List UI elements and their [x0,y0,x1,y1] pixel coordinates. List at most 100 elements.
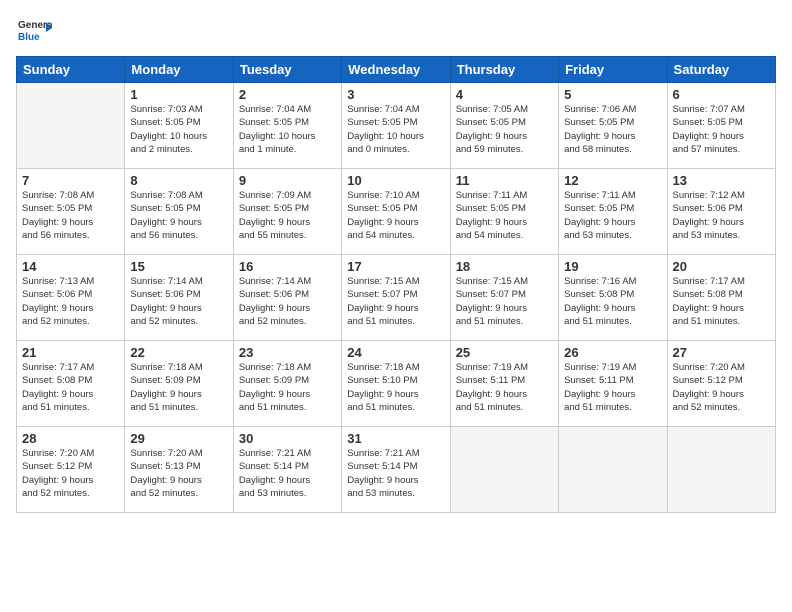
day-info: Sunrise: 7:05 AM Sunset: 5:05 PM Dayligh… [456,103,553,156]
calendar-cell: 18Sunrise: 7:15 AM Sunset: 5:07 PM Dayli… [450,255,558,341]
day-info: Sunrise: 7:15 AM Sunset: 5:07 PM Dayligh… [347,275,444,328]
day-info: Sunrise: 7:10 AM Sunset: 5:05 PM Dayligh… [347,189,444,242]
calendar-header-tuesday: Tuesday [233,57,341,83]
day-number: 16 [239,259,336,274]
day-number: 30 [239,431,336,446]
calendar-cell: 27Sunrise: 7:20 AM Sunset: 5:12 PM Dayli… [667,341,775,427]
calendar-cell: 8Sunrise: 7:08 AM Sunset: 5:05 PM Daylig… [125,169,233,255]
calendar-cell: 19Sunrise: 7:16 AM Sunset: 5:08 PM Dayli… [559,255,667,341]
day-number: 2 [239,87,336,102]
day-info: Sunrise: 7:16 AM Sunset: 5:08 PM Dayligh… [564,275,661,328]
day-number: 23 [239,345,336,360]
day-number: 25 [456,345,553,360]
day-number: 12 [564,173,661,188]
calendar-cell: 26Sunrise: 7:19 AM Sunset: 5:11 PM Dayli… [559,341,667,427]
day-info: Sunrise: 7:08 AM Sunset: 5:05 PM Dayligh… [130,189,227,242]
calendar-header-friday: Friday [559,57,667,83]
calendar-header-monday: Monday [125,57,233,83]
calendar-header-sunday: Sunday [17,57,125,83]
header: General Blue [16,10,776,50]
calendar-cell [559,427,667,513]
day-info: Sunrise: 7:17 AM Sunset: 5:08 PM Dayligh… [22,361,119,414]
day-info: Sunrise: 7:14 AM Sunset: 5:06 PM Dayligh… [239,275,336,328]
day-info: Sunrise: 7:11 AM Sunset: 5:05 PM Dayligh… [564,189,661,242]
calendar-cell: 9Sunrise: 7:09 AM Sunset: 5:05 PM Daylig… [233,169,341,255]
day-number: 20 [673,259,770,274]
calendar-header-wednesday: Wednesday [342,57,450,83]
day-number: 24 [347,345,444,360]
day-info: Sunrise: 7:21 AM Sunset: 5:14 PM Dayligh… [239,447,336,500]
calendar-cell: 30Sunrise: 7:21 AM Sunset: 5:14 PM Dayli… [233,427,341,513]
day-info: Sunrise: 7:04 AM Sunset: 5:05 PM Dayligh… [347,103,444,156]
day-info: Sunrise: 7:04 AM Sunset: 5:05 PM Dayligh… [239,103,336,156]
day-number: 4 [456,87,553,102]
calendar-cell: 15Sunrise: 7:14 AM Sunset: 5:06 PM Dayli… [125,255,233,341]
calendar-cell: 12Sunrise: 7:11 AM Sunset: 5:05 PM Dayli… [559,169,667,255]
day-info: Sunrise: 7:08 AM Sunset: 5:05 PM Dayligh… [22,189,119,242]
day-number: 8 [130,173,227,188]
day-info: Sunrise: 7:18 AM Sunset: 5:09 PM Dayligh… [239,361,336,414]
day-info: Sunrise: 7:20 AM Sunset: 5:13 PM Dayligh… [130,447,227,500]
calendar-cell: 5Sunrise: 7:06 AM Sunset: 5:05 PM Daylig… [559,83,667,169]
day-info: Sunrise: 7:09 AM Sunset: 5:05 PM Dayligh… [239,189,336,242]
calendar-cell [17,83,125,169]
day-info: Sunrise: 7:11 AM Sunset: 5:05 PM Dayligh… [456,189,553,242]
day-number: 3 [347,87,444,102]
day-number: 1 [130,87,227,102]
calendar-cell: 4Sunrise: 7:05 AM Sunset: 5:05 PM Daylig… [450,83,558,169]
day-number: 18 [456,259,553,274]
day-info: Sunrise: 7:03 AM Sunset: 5:05 PM Dayligh… [130,103,227,156]
calendar-cell: 6Sunrise: 7:07 AM Sunset: 5:05 PM Daylig… [667,83,775,169]
day-info: Sunrise: 7:06 AM Sunset: 5:05 PM Dayligh… [564,103,661,156]
calendar-cell: 25Sunrise: 7:19 AM Sunset: 5:11 PM Dayli… [450,341,558,427]
day-info: Sunrise: 7:18 AM Sunset: 5:10 PM Dayligh… [347,361,444,414]
day-info: Sunrise: 7:19 AM Sunset: 5:11 PM Dayligh… [564,361,661,414]
day-number: 31 [347,431,444,446]
day-info: Sunrise: 7:07 AM Sunset: 5:05 PM Dayligh… [673,103,770,156]
calendar-week-row: 21Sunrise: 7:17 AM Sunset: 5:08 PM Dayli… [17,341,776,427]
calendar-week-row: 7Sunrise: 7:08 AM Sunset: 5:05 PM Daylig… [17,169,776,255]
calendar-cell: 2Sunrise: 7:04 AM Sunset: 5:05 PM Daylig… [233,83,341,169]
calendar-header-row: SundayMondayTuesdayWednesdayThursdayFrid… [17,57,776,83]
day-number: 26 [564,345,661,360]
logo-svg: General Blue [16,14,52,50]
calendar-cell: 22Sunrise: 7:18 AM Sunset: 5:09 PM Dayli… [125,341,233,427]
day-number: 28 [22,431,119,446]
day-info: Sunrise: 7:12 AM Sunset: 5:06 PM Dayligh… [673,189,770,242]
day-info: Sunrise: 7:14 AM Sunset: 5:06 PM Dayligh… [130,275,227,328]
calendar-cell: 24Sunrise: 7:18 AM Sunset: 5:10 PM Dayli… [342,341,450,427]
day-number: 7 [22,173,119,188]
calendar-cell [667,427,775,513]
page-container: General Blue SundayMondayTuesdayWednesda… [0,0,792,521]
day-number: 27 [673,345,770,360]
day-info: Sunrise: 7:18 AM Sunset: 5:09 PM Dayligh… [130,361,227,414]
day-number: 21 [22,345,119,360]
calendar-cell: 23Sunrise: 7:18 AM Sunset: 5:09 PM Dayli… [233,341,341,427]
calendar-cell: 20Sunrise: 7:17 AM Sunset: 5:08 PM Dayli… [667,255,775,341]
day-info: Sunrise: 7:17 AM Sunset: 5:08 PM Dayligh… [673,275,770,328]
calendar-cell: 14Sunrise: 7:13 AM Sunset: 5:06 PM Dayli… [17,255,125,341]
day-info: Sunrise: 7:20 AM Sunset: 5:12 PM Dayligh… [673,361,770,414]
calendar-cell: 10Sunrise: 7:10 AM Sunset: 5:05 PM Dayli… [342,169,450,255]
calendar-week-row: 28Sunrise: 7:20 AM Sunset: 5:12 PM Dayli… [17,427,776,513]
calendar-cell: 7Sunrise: 7:08 AM Sunset: 5:05 PM Daylig… [17,169,125,255]
day-number: 10 [347,173,444,188]
day-number: 11 [456,173,553,188]
calendar-cell [450,427,558,513]
calendar-cell: 16Sunrise: 7:14 AM Sunset: 5:06 PM Dayli… [233,255,341,341]
calendar-header-thursday: Thursday [450,57,558,83]
day-number: 22 [130,345,227,360]
day-number: 6 [673,87,770,102]
calendar-cell: 1Sunrise: 7:03 AM Sunset: 5:05 PM Daylig… [125,83,233,169]
day-number: 5 [564,87,661,102]
day-number: 9 [239,173,336,188]
calendar-cell: 11Sunrise: 7:11 AM Sunset: 5:05 PM Dayli… [450,169,558,255]
day-number: 14 [22,259,119,274]
day-number: 13 [673,173,770,188]
calendar-table: SundayMondayTuesdayWednesdayThursdayFrid… [16,56,776,513]
logo: General Blue [16,14,52,50]
day-number: 17 [347,259,444,274]
day-info: Sunrise: 7:21 AM Sunset: 5:14 PM Dayligh… [347,447,444,500]
day-info: Sunrise: 7:19 AM Sunset: 5:11 PM Dayligh… [456,361,553,414]
calendar-cell: 28Sunrise: 7:20 AM Sunset: 5:12 PM Dayli… [17,427,125,513]
